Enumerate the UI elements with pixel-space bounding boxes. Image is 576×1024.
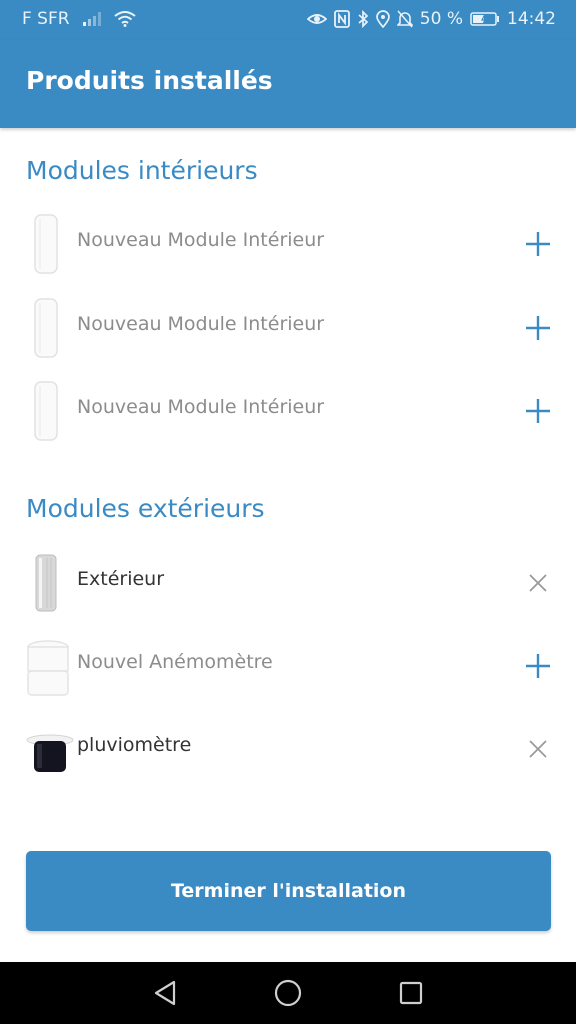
battery-icon (470, 11, 500, 27)
outdoor-module-row[interactable]: Nouvel Anémomètre (0, 625, 576, 707)
status-left: F SFR (22, 9, 136, 29)
module-name: Nouveau Module Intérieur (77, 396, 325, 418)
bluetooth-icon (357, 10, 369, 28)
module-name: pluviomètre (77, 734, 192, 756)
battery-percent: 50 % (419, 9, 463, 29)
close-icon (529, 574, 547, 592)
recents-icon[interactable] (395, 977, 427, 1009)
add-module-button[interactable] (520, 226, 556, 262)
module-name: Nouveau Module Intérieur (77, 313, 325, 335)
status-bar: F SFR 50 % 14:42 (0, 0, 576, 40)
close-icon (529, 740, 547, 758)
back-icon[interactable] (149, 977, 181, 1009)
add-module-button[interactable] (520, 393, 556, 429)
module-name: Nouvel Anémomètre (77, 651, 273, 673)
nav-bar (0, 962, 576, 1024)
indoor-module-icon (26, 295, 66, 361)
status-right: 50 % 14:42 (306, 9, 556, 29)
indoor-module-icon (26, 211, 66, 277)
finish-installation-button[interactable]: Terminer l'installation (26, 851, 551, 931)
outdoor-module-icon (26, 550, 66, 616)
nfc-icon (333, 10, 350, 28)
signal-icon (82, 11, 102, 27)
indoor-module-row[interactable]: Nouveau Module Intérieur (0, 287, 576, 369)
plus-icon (526, 316, 550, 340)
home-icon[interactable] (272, 977, 304, 1009)
indoor-module-row[interactable]: Nouveau Module Intérieur (0, 370, 576, 452)
add-module-button[interactable] (520, 648, 556, 684)
outdoor-section-title: Modules extérieurs (26, 494, 265, 523)
indoor-section-title: Modules intérieurs (26, 156, 258, 185)
page-title: Produits installés (26, 66, 273, 95)
module-name: Nouveau Module Intérieur (77, 229, 325, 251)
remove-module-button[interactable] (520, 731, 556, 767)
plus-icon (526, 399, 550, 423)
remove-module-button[interactable] (520, 565, 556, 601)
bell-off-icon (396, 10, 413, 28)
finish-installation-label: Terminer l'installation (170, 880, 406, 902)
wifi-icon (113, 11, 136, 27)
clock: 14:42 (507, 9, 556, 29)
plus-icon (526, 232, 550, 256)
app-header: Produits installés (0, 40, 576, 128)
add-module-button[interactable] (520, 310, 556, 346)
location-icon (375, 10, 390, 28)
anemometer-icon (26, 633, 69, 699)
indoor-module-row[interactable]: Nouveau Module Intérieur (0, 203, 576, 285)
outdoor-module-row[interactable]: pluviomètre (0, 708, 576, 790)
eye-icon (306, 11, 327, 27)
outdoor-module-row[interactable]: Extérieur (0, 542, 576, 624)
rain-gauge-icon (26, 716, 74, 782)
module-name: Extérieur (77, 568, 165, 590)
plus-icon (526, 654, 550, 678)
indoor-module-icon (26, 378, 66, 444)
carrier-label: F SFR (22, 9, 70, 29)
